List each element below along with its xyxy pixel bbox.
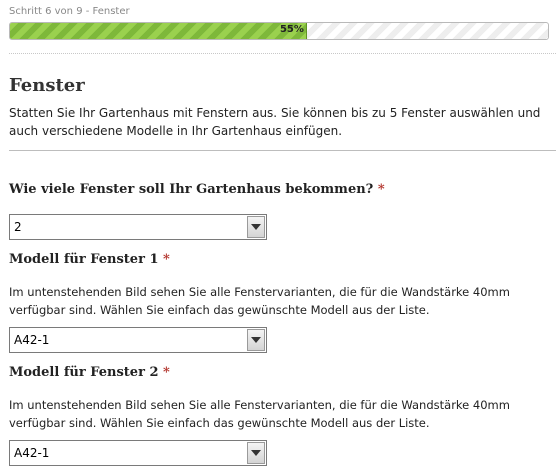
window2-help-line1: Im untenstehenden Bild sehen Sie alle Fe… [9,398,510,412]
step-label: Schritt 6 von 9 - Fenster [9,6,130,17]
window2-model-select[interactable]: A42-1 [9,440,267,466]
window1-model-value: A42-1 [14,333,50,347]
required-mark: * [377,182,385,197]
window2-help-line2: verfügbar sind. Wählen Sie einfach das g… [9,416,430,430]
window-count-label-text: Wie viele Fenster soll Ihr Gartenhaus be… [9,182,374,197]
window1-model-label: Modell für Fenster 1 * [9,252,170,267]
window1-help-text: Im untenstehenden Bild sehen Sie alle Fe… [9,283,549,319]
window1-help-line2: verfügbar sind. Wählen Sie einfach das g… [9,303,430,317]
dropdown-button[interactable] [247,442,265,464]
section-divider [9,150,556,151]
section-description: Statten Sie Ihr Gartenhaus mit Fenstern … [9,106,541,138]
section-title: Fenster [9,75,85,96]
chevron-down-icon [251,450,261,456]
window2-model-value: A42-1 [14,446,50,460]
chevron-down-icon [251,224,261,230]
progress-fill: 55% [10,23,307,39]
progress-bar: 55% [9,22,549,40]
chevron-down-icon [251,337,261,343]
window-count-select[interactable]: 2 [9,214,267,240]
dotted-separator [9,53,556,54]
required-mark: * [163,252,170,267]
window1-help-line1: Im untenstehenden Bild sehen Sie alle Fe… [9,285,510,299]
dropdown-button[interactable] [247,329,265,351]
required-mark: * [163,365,170,380]
progress-percent: 55% [279,24,304,35]
window2-model-label: Modell für Fenster 2 * [9,365,170,380]
window1-model-select[interactable]: A42-1 [9,327,267,353]
window1-model-label-text: Modell für Fenster 1 [9,252,159,267]
dropdown-button[interactable] [247,216,265,238]
window-count-value: 2 [14,220,22,234]
window-count-label: Wie viele Fenster soll Ihr Gartenhaus be… [9,182,385,197]
window2-help-text: Im untenstehenden Bild sehen Sie alle Fe… [9,396,549,432]
window2-model-label-text: Modell für Fenster 2 [9,365,159,380]
